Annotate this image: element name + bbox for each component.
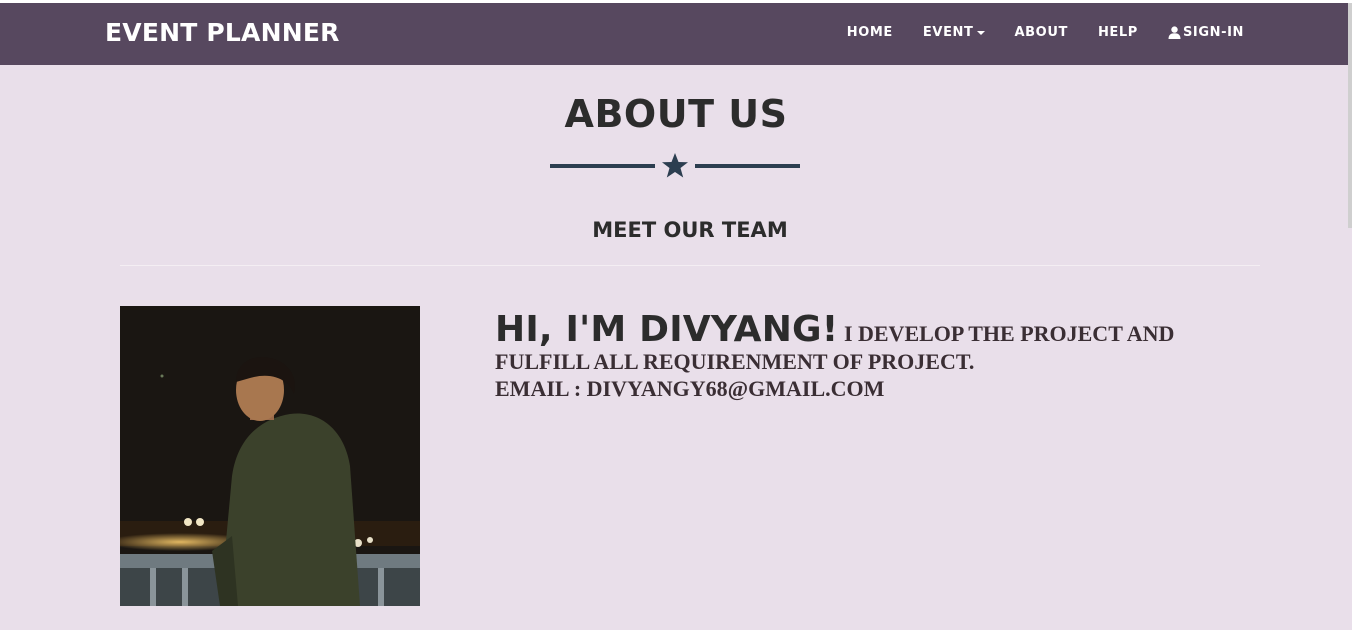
team-member-email: EMAIL : DIVYANGY68@GMAIL.COM: [495, 376, 885, 401]
nav-help-label: HELP: [1097, 25, 1138, 40]
brand-logo-link[interactable]: EVENT PLANNER: [105, 18, 340, 47]
top-navbar: EVENT PLANNER HOME EVENT ABOUT HELP SIGN…: [0, 3, 1352, 65]
star-icon: [662, 153, 688, 178]
nav-help[interactable]: HELP: [1098, 25, 1138, 40]
user-icon: [1168, 26, 1181, 39]
team-member-greeting: HI, I'M DIVYANG!: [495, 309, 839, 350]
nav-about[interactable]: ABOUT: [1015, 25, 1068, 40]
nav-signin-label: SIGN-IN: [1182, 25, 1244, 40]
nav-home[interactable]: HOME: [847, 25, 893, 40]
page-title: ABOUT US: [564, 92, 788, 136]
nav-menu: HOME EVENT ABOUT HELP SIGN-IN: [817, 25, 1244, 40]
nav-event-dropdown[interactable]: EVENT: [923, 25, 985, 40]
photo-illustration: [120, 306, 420, 606]
section-subtitle: MEET OUR TEAM: [592, 218, 788, 242]
star-divider: [550, 153, 800, 178]
team-member-photo: [120, 306, 420, 606]
nav-signin[interactable]: SIGN-IN: [1168, 25, 1244, 40]
section-divider: [120, 265, 1260, 266]
chevron-down-icon: [976, 31, 985, 35]
nav-event-label: EVENT: [922, 25, 974, 40]
team-member-bio: HI, I'M DIVYANG! I DEVELOP THE PROJECT A…: [495, 312, 1255, 402]
nav-home-label: HOME: [846, 25, 893, 40]
nav-about-label: ABOUT: [1014, 25, 1068, 40]
